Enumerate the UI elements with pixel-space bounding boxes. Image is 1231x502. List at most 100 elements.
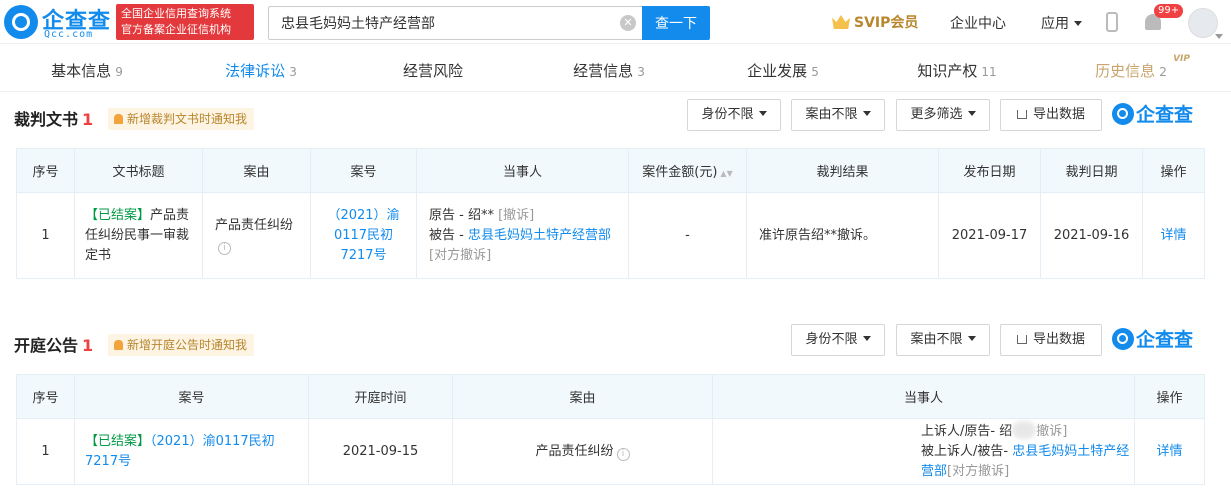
tab-label: 基本信息	[51, 62, 112, 80]
column-header: 裁判结果	[746, 148, 939, 193]
chevron-down-icon	[967, 111, 976, 116]
apps-label: 应用	[1041, 16, 1069, 32]
info-icon[interactable]: i	[218, 241, 231, 255]
section-title: 开庭公告 1	[14, 332, 93, 356]
bell-icon	[114, 114, 123, 124]
detail-link[interactable]: 详情	[1142, 192, 1205, 279]
chevron-down-icon	[862, 336, 871, 341]
qcc-logo-icon	[4, 5, 38, 39]
svip-member-link[interactable]: SVIP会员	[832, 12, 918, 32]
case-number-link[interactable]: 【已结案】（2021）渝0117民初7217号	[74, 418, 309, 485]
status-tag: 【已结案】	[85, 433, 151, 449]
appellant-tag: 撤诉]	[1036, 424, 1068, 439]
slogan-line-2: 官方备案企业征信机构	[121, 23, 231, 36]
tab-basic-info[interactable]: 基本信息 9	[0, 52, 174, 91]
column-header: 操作	[1142, 148, 1205, 193]
tab-label: 法律诉讼	[225, 62, 286, 80]
table-row: 1 【已结案】产品责任纠纷民事一审裁定书 产品责任纠纷 i （2021）渝0117…	[16, 192, 1205, 279]
avatar[interactable]	[1188, 8, 1218, 38]
judgment-result: 准许原告绍**撤诉。	[746, 192, 939, 279]
qcc-watermark: 企查查	[1112, 99, 1193, 131]
appellee-tag: [对方撤诉]	[947, 464, 1010, 479]
export-label: 导出数据	[1032, 107, 1085, 122]
cause-filter[interactable]: 案由不限	[791, 99, 885, 131]
row-index: 1	[16, 418, 75, 485]
row-index: 1	[16, 192, 75, 279]
column-header: 案号	[74, 374, 309, 419]
case-number-link[interactable]: （2021）渝0117民初7217号	[310, 192, 417, 279]
document-title-link[interactable]: 【已结案】产品责任纠纷民事一审裁定书	[74, 192, 203, 279]
chevron-down-icon	[1215, 34, 1223, 39]
slogan-line-1: 全国企业信用查询系统	[121, 7, 231, 20]
official-slogan-badge[interactable]: 全国企业信用查询系统 官方备案企业征信机构	[116, 4, 254, 40]
chevron-down-icon	[758, 111, 767, 116]
notify-me-button[interactable]: 新增开庭公告时通知我	[108, 334, 255, 356]
sort-icon: ▲▼	[720, 169, 733, 178]
tab-history-info[interactable]: 历史信息 2 VIP	[1044, 52, 1218, 91]
crown-icon	[832, 15, 850, 29]
apps-menu[interactable]: 应用	[1041, 13, 1082, 33]
search-button[interactable]: 查一下	[642, 6, 710, 40]
download-icon	[1016, 110, 1027, 119]
cause-filter[interactable]: 案由不限	[896, 324, 990, 356]
tab-legal-proceedings[interactable]: 法律诉讼 3	[174, 52, 348, 91]
tab-enterprise-development[interactable]: 企业发展 5	[696, 52, 870, 91]
table-row: 1 【已结案】（2021）渝0117民初7217号 2021-09-15 产品责…	[16, 418, 1205, 485]
defendant-link[interactable]: 忠县毛妈妈土特产经营部	[468, 228, 611, 243]
column-header: 发布日期	[938, 148, 1041, 193]
export-label: 导出数据	[1032, 332, 1085, 347]
tab-intellectual-property[interactable]: 知识产权 11	[870, 52, 1044, 91]
mobile-icon[interactable]	[1106, 12, 1118, 32]
section-tabs: 基本信息 9 法律诉讼 3 经营风险 经营信息 3 企业发展 5 知识产权 11 历史信息…	[0, 52, 1231, 92]
case-cause: 产品责任纠纷	[535, 443, 614, 459]
column-header: 操作	[1134, 374, 1205, 419]
filter-label: 更多筛选	[910, 107, 963, 122]
hearing-time: 2021-09-15	[308, 418, 453, 485]
column-header-sortable[interactable]: 案件金额(元) ▲▼	[628, 148, 747, 193]
filter-label: 案由不限	[805, 107, 858, 122]
tab-label: 历史信息	[1095, 62, 1156, 80]
export-data-button[interactable]: 导出数据	[1000, 324, 1102, 356]
tab-count: 11	[981, 65, 997, 79]
tab-business-risk[interactable]: 经营风险	[348, 52, 522, 91]
notify-label: 新增开庭公告时通知我	[127, 338, 248, 352]
section-count: 1	[82, 110, 94, 129]
tab-count: 9	[115, 65, 123, 79]
identity-filter[interactable]: 身份不限	[791, 324, 885, 356]
clear-icon[interactable]: ✕	[620, 15, 636, 31]
filter-label: 案由不限	[910, 332, 963, 347]
tab-count: 3	[637, 65, 645, 79]
qcc-logo-icon	[1112, 103, 1134, 125]
identity-filter[interactable]: 身份不限	[687, 99, 781, 131]
case-cause: 产品责任纠纷	[215, 217, 294, 233]
status-tag: 【已结案】	[85, 207, 151, 223]
export-data-button[interactable]: 导出数据	[1000, 99, 1102, 131]
column-header: 开庭时间	[308, 374, 453, 419]
info-icon[interactable]: i	[616, 447, 630, 461]
chevron-down-icon	[1074, 21, 1082, 26]
column-header: 案由	[452, 374, 713, 419]
tab-count: 5	[811, 65, 819, 79]
column-header-label: 案件金额(元)	[642, 165, 718, 180]
vip-mark: VIP	[1173, 54, 1190, 64]
column-header: 文书标题	[74, 148, 203, 193]
section-count: 1	[82, 336, 94, 355]
appellee-role: 被上诉人/被告-	[921, 444, 1013, 459]
more-filters[interactable]: 更多筛选	[896, 99, 990, 131]
section-title-text: 裁判文书	[14, 110, 79, 129]
column-header: 案由	[202, 148, 311, 193]
brand-text: 企查查	[1136, 104, 1194, 126]
detail-link[interactable]: 详情	[1134, 418, 1205, 485]
appellant: 上诉人/原告- 绍	[921, 424, 1013, 439]
defendant-role: 被告 -	[429, 227, 468, 243]
qcc-logo[interactable]: 企查查 Qcc.com	[4, 3, 112, 41]
bell-icon	[114, 340, 123, 350]
search-input[interactable]	[269, 7, 609, 39]
section-title-text: 开庭公告	[14, 336, 79, 355]
notify-me-button[interactable]: 新增裁判文书时通知我	[108, 108, 255, 130]
qcc-watermark: 企查查	[1112, 324, 1193, 356]
tab-business-info[interactable]: 经营信息 3	[522, 52, 696, 91]
judgment-section-bar: 裁判文书 1 新增裁判文书时通知我 身份不限 案由不限 更多筛选 导出数据 企查查	[0, 98, 1231, 134]
logo-domain: Qcc.com	[44, 29, 94, 40]
enterprise-center-link[interactable]: 企业中心	[950, 13, 1006, 33]
